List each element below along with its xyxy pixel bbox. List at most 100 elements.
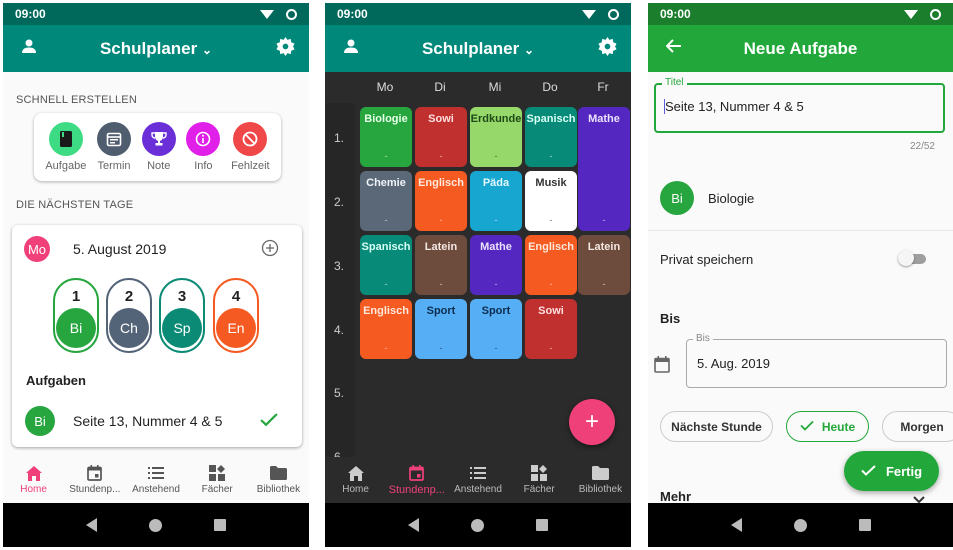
recents-icon[interactable]: [214, 519, 226, 531]
room-label: -: [549, 151, 553, 161]
lesson-pill[interactable]: 2 Ch: [106, 278, 152, 353]
timetable-cell[interactable]: Englisch -: [415, 171, 467, 231]
subject-name: Sowi: [428, 113, 454, 125]
title-field-value: Seite 13, Nummer 4 & 5: [664, 99, 804, 114]
wifi-icon: [904, 9, 918, 19]
timetable-cell[interactable]: Englisch -: [525, 235, 577, 295]
room-label: -: [549, 279, 553, 289]
timetable-cell[interactable]: Erdkunde -: [470, 107, 522, 167]
back-icon[interactable]: [86, 518, 97, 532]
title-field[interactable]: Titel Seite 13, Nummer 4 & 5: [654, 77, 945, 133]
add-circle-icon[interactable]: [261, 239, 279, 262]
profile-icon[interactable]: [343, 38, 359, 59]
more-label[interactable]: Mehr: [660, 489, 691, 504]
app-title[interactable]: Schulplaner ⌄: [3, 39, 309, 59]
room-label: -: [439, 151, 443, 161]
quick-create-info[interactable]: Info: [186, 122, 221, 172]
timetable-cell[interactable]: Spanisch -: [360, 235, 412, 295]
timetable-cell[interactable]: Sowi -: [525, 299, 577, 359]
timetable-cell[interactable]: Sowi -: [415, 107, 467, 167]
timetable-cell[interactable]: Sport -: [415, 299, 467, 359]
quick-create-grade[interactable]: Note: [141, 122, 176, 172]
timetable-screen: 09:00 Schulplaner ⌄ Mo Di Mi Do Fr 1. 2.…: [325, 3, 631, 547]
timetable-cell[interactable]: Englisch -: [360, 299, 412, 359]
system-navigation-bar: [3, 503, 309, 547]
chip-tomorrow[interactable]: Morgen: [882, 411, 953, 442]
done-button[interactable]: Fertig: [844, 451, 939, 491]
timetable-cell[interactable]: Biologie -: [360, 107, 412, 167]
recents-icon[interactable]: [536, 519, 548, 531]
timetable-cell[interactable]: Chemie -: [360, 171, 412, 231]
chip-next-lesson[interactable]: Nächste Stunde: [660, 411, 773, 442]
add-lesson-fab[interactable]: +: [569, 399, 615, 445]
tasks-heading: Aufgaben: [26, 373, 86, 388]
app-bar: Schulplaner ⌄: [3, 25, 309, 72]
quick-create-task[interactable]: Aufgabe: [45, 122, 86, 172]
room-label: -: [494, 279, 498, 289]
timetable-cell[interactable]: Musik -: [525, 171, 577, 231]
plus-icon: +: [584, 408, 599, 435]
settings-icon[interactable]: [276, 36, 295, 61]
timetable-cell[interactable]: Latein -: [578, 235, 630, 295]
recents-icon[interactable]: [858, 519, 871, 531]
task-subject-badge: Bi: [25, 406, 55, 436]
home-icon: [25, 465, 42, 481]
due-date-field[interactable]: Bis 5. Aug. 2019: [686, 333, 947, 388]
home-icon: [347, 465, 364, 481]
timetable-cell[interactable]: Spanisch -: [525, 107, 577, 167]
settings-icon[interactable]: [598, 36, 617, 61]
lesson-pill[interactable]: 1 Bi: [53, 278, 99, 353]
room-label: -: [384, 343, 388, 353]
done-check-icon[interactable]: [259, 412, 279, 433]
book-icon: [48, 122, 83, 156]
timetable-cell[interactable]: Latein -: [415, 235, 467, 295]
back-icon[interactable]: [730, 518, 742, 532]
calendar-icon[interactable]: [654, 356, 670, 378]
nav-upcoming[interactable]: Anstehend: [447, 457, 508, 503]
quick-create-absence[interactable]: Fehlzeit: [231, 122, 270, 172]
timetable-cell[interactable]: Mathe -: [470, 235, 522, 295]
app-title[interactable]: Schulplaner ⌄: [325, 39, 631, 59]
nav-library[interactable]: Bibliothek: [570, 457, 631, 503]
subject-selector[interactable]: Bi Biologie: [648, 173, 953, 223]
title-field-label: Titel: [662, 77, 687, 88]
nav-home[interactable]: Home: [3, 457, 64, 503]
lesson-pill[interactable]: 3 Sp: [159, 278, 205, 353]
nav-library[interactable]: Bibliothek: [248, 457, 309, 503]
subject-name: Päda: [482, 177, 510, 189]
home-button-icon[interactable]: [471, 518, 484, 532]
nav-timetable[interactable]: Stundenp...: [64, 457, 125, 503]
character-counter: 22/52: [909, 141, 935, 152]
timetable-cell[interactable]: Päda -: [470, 171, 522, 231]
home-button-icon[interactable]: [149, 518, 162, 532]
room-label: -: [494, 151, 498, 161]
task-item[interactable]: Bi Seite 13, Nummer 4 & 5: [12, 403, 302, 439]
subject-name: Englisch: [528, 241, 574, 253]
calendar-icon: [97, 122, 132, 156]
timetable-cell[interactable]: Sport -: [470, 299, 522, 359]
nav-subjects[interactable]: Fächer: [509, 457, 570, 503]
battery-icon: [930, 8, 941, 20]
quick-create-panel: Aufgabe Termin Note Info Fehlzeit: [34, 113, 281, 181]
timetable-cell[interactable]: Mathe -: [578, 107, 630, 231]
lesson-pill[interactable]: 4 En: [213, 278, 259, 353]
check-icon: [800, 420, 814, 434]
nav-home[interactable]: Home: [325, 457, 386, 503]
home-button-icon[interactable]: [793, 518, 807, 532]
subject-name: Chemie: [366, 177, 406, 189]
private-toggle[interactable]: [898, 250, 926, 266]
nav-subjects[interactable]: Fächer: [187, 457, 248, 503]
nav-timetable[interactable]: Stundenp...: [386, 457, 447, 503]
private-label: Privat speichern: [660, 252, 754, 267]
room-label: -: [384, 151, 388, 161]
info-icon: [186, 122, 221, 156]
profile-icon[interactable]: [21, 38, 37, 59]
back-icon[interactable]: [408, 518, 419, 532]
bottom-navigation: Home Stundenp... Anstehend Fächer Biblio…: [3, 457, 309, 503]
toggle-thumb: [898, 250, 914, 266]
chip-today[interactable]: Heute: [786, 411, 869, 442]
nav-upcoming[interactable]: Anstehend: [125, 457, 186, 503]
back-arrow-icon[interactable]: [665, 39, 682, 58]
due-date-value: 5. Aug. 2019: [697, 356, 771, 371]
quick-create-event[interactable]: Termin: [97, 122, 132, 172]
